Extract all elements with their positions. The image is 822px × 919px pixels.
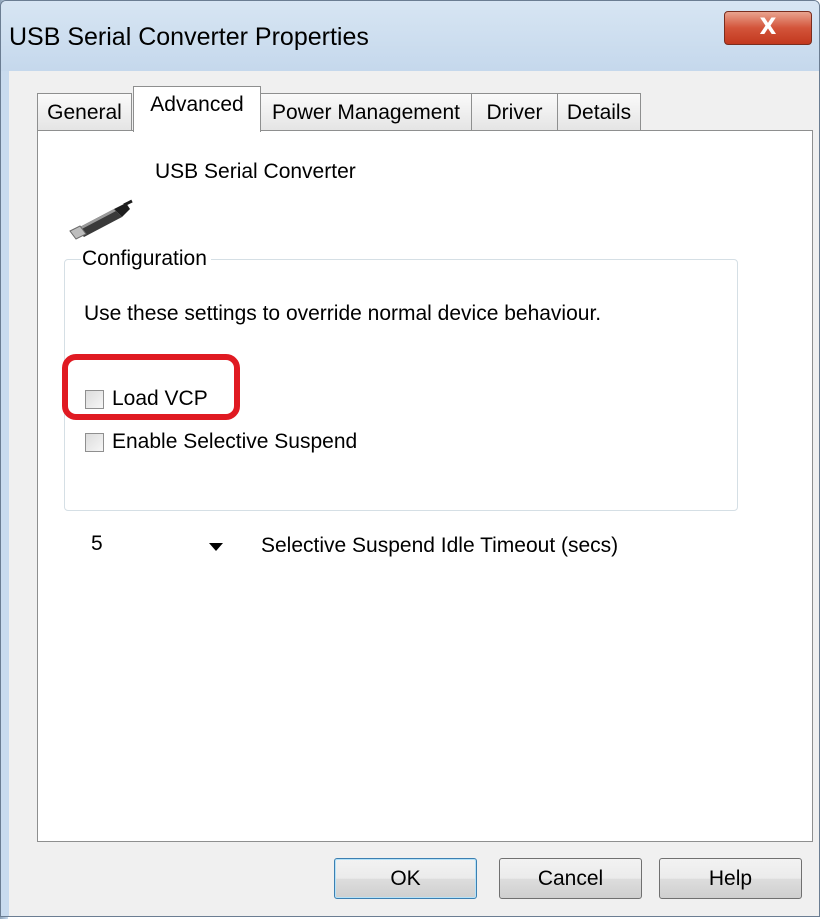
properties-dialog: USB Serial Converter Properties X Genera… [0,0,820,917]
selective-suspend-label[interactable]: Enable Selective Suspend [112,430,357,454]
close-button[interactable]: X [724,11,812,45]
dialog-client-area: General Advanced Power Management Driver… [9,71,819,916]
tab-advanced[interactable]: Advanced [133,86,261,132]
chevron-down-icon[interactable] [209,543,223,551]
ok-button[interactable]: OK [334,858,477,899]
selective-suspend-checkbox-row[interactable]: Enable Selective Suspend [85,430,357,454]
selective-suspend-checkbox[interactable] [85,432,104,452]
close-icon: X [759,15,777,40]
window-title: USB Serial Converter Properties [9,23,369,51]
tab-details[interactable]: Details [557,93,641,131]
help-button[interactable]: Help [659,858,802,899]
idle-timeout-value: 5 [91,532,103,555]
title-bar[interactable]: USB Serial Converter Properties X [1,1,819,71]
idle-timeout-dropdown[interactable]: 5 [85,530,231,566]
idle-timeout-label: Selective Suspend Idle Timeout (secs) [261,534,619,557]
tab-power-management[interactable]: Power Management [260,93,472,131]
usb-plug-icon [69,199,133,240]
device-name: USB Serial Converter [155,160,356,183]
advanced-tab-panel: USB Serial Converter Configuration Use t… [37,130,813,842]
cancel-button[interactable]: Cancel [499,858,642,899]
configuration-description: Use these settings to override normal de… [84,302,602,325]
tab-driver[interactable]: Driver [471,93,558,131]
configuration-legend: Configuration [81,247,211,271]
load-vcp-highlight-annotation [62,354,240,420]
tab-general[interactable]: General [37,93,132,131]
